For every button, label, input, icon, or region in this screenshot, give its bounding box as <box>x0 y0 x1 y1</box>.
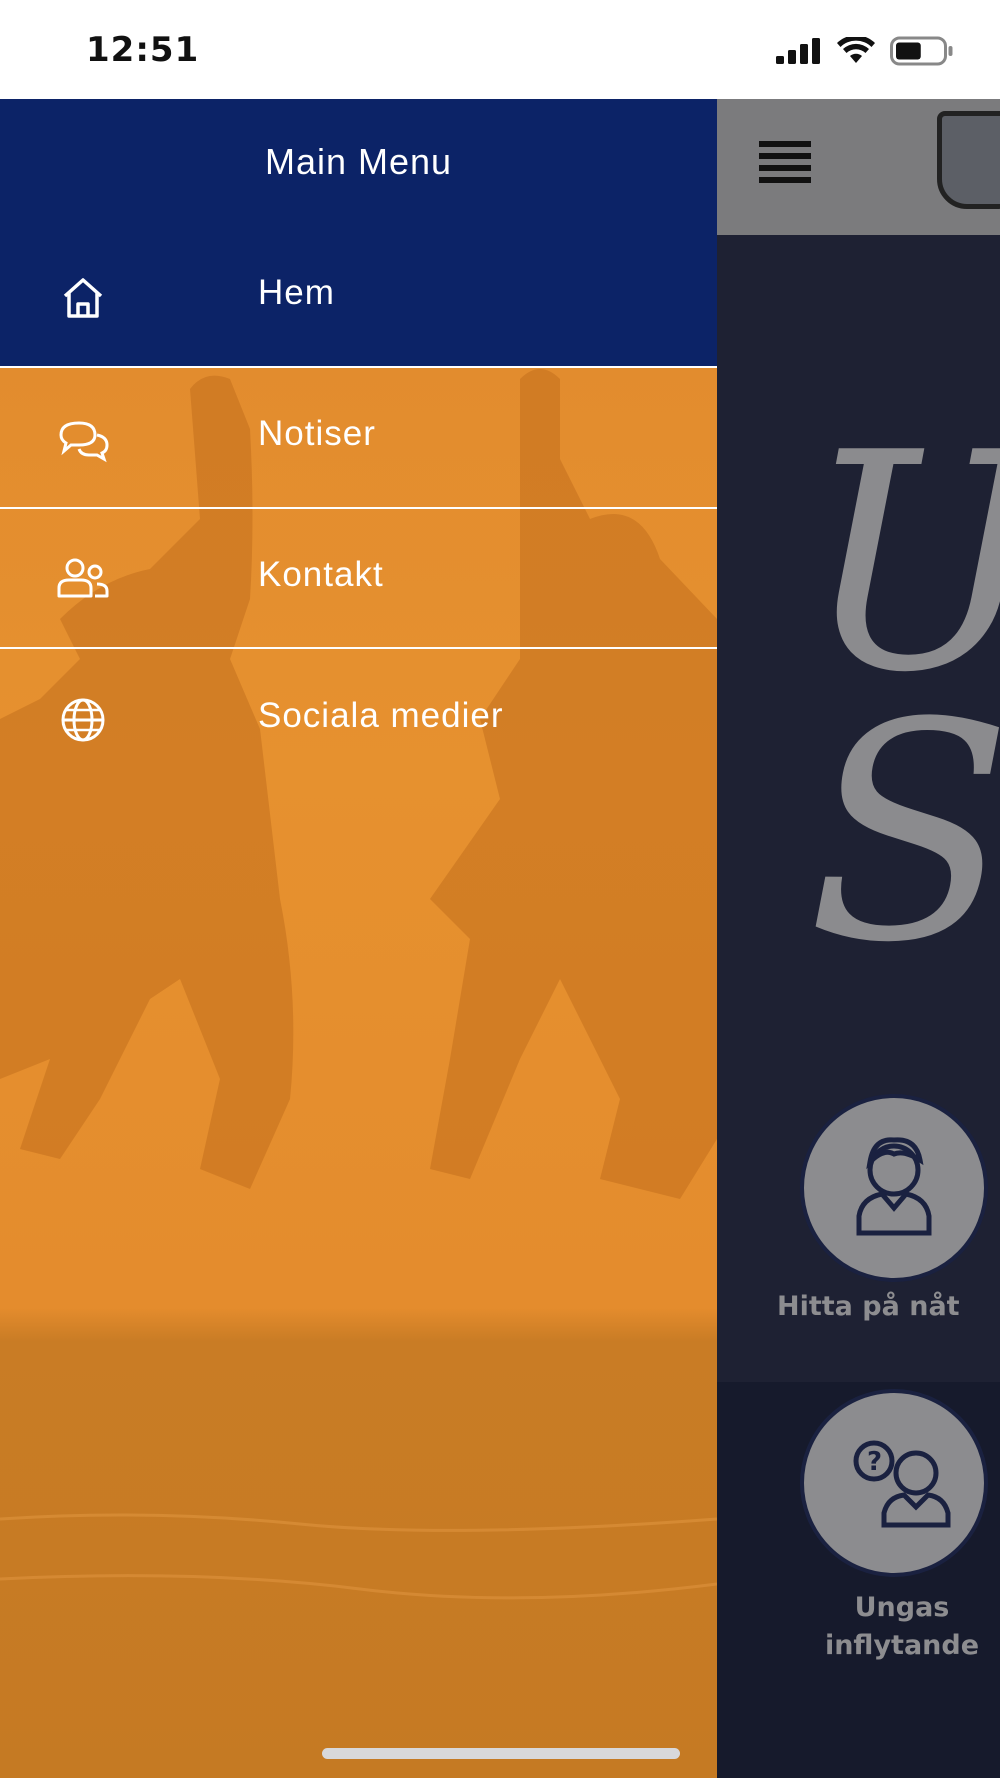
people-icon <box>57 558 109 598</box>
ungas-card-label: Ungas inflytande <box>824 1592 980 1661</box>
menu-divider <box>0 647 717 649</box>
wifi-icon <box>837 37 875 63</box>
svg-text:?: ? <box>867 1447 882 1477</box>
status-icons <box>776 36 954 66</box>
status-bar: 12:51 <box>0 0 1000 99</box>
drawer-title: Main Menu <box>264 141 453 182</box>
hamburger-menu-icon[interactable] <box>759 141 811 183</box>
menu-item-sociala-medier[interactable]: Sociala medier <box>0 650 717 790</box>
menu-item-notiser-label: Notiser <box>258 414 376 453</box>
background-app-screen[interactable]: ՍS Hitta på nåt ? Ungas inflytande <box>717 99 1000 1778</box>
status-time: 12:51 <box>86 30 200 70</box>
person-question-icon: ? <box>853 1440 951 1528</box>
menu-item-sociala-medier-label: Sociala medier <box>258 696 504 735</box>
navigation-drawer: Main Menu Hem Notiser Kontakt Sociala me… <box>0 99 717 1778</box>
hero-script-graphic: ՍS <box>807 414 1000 1008</box>
hitta-card-button[interactable] <box>800 1094 988 1282</box>
menu-item-kontakt-label: Kontakt <box>258 555 384 594</box>
ungas-card-button[interactable]: ? <box>800 1389 988 1577</box>
cellular-signal-icon <box>776 38 820 64</box>
person-icon <box>856 1137 932 1236</box>
menu-item-notiser[interactable]: Notiser <box>0 368 717 508</box>
chat-bubbles-icon <box>59 421 109 463</box>
app-logo-icon <box>937 111 1000 209</box>
battery-icon <box>890 36 953 66</box>
menu-item-kontakt[interactable]: Kontakt <box>0 509 717 649</box>
menu-item-hem-label: Hem <box>258 273 335 312</box>
globe-icon <box>61 698 105 742</box>
home-icon <box>63 278 103 318</box>
background-app-header <box>717 99 1000 235</box>
menu-item-hem[interactable]: Hem <box>0 227 717 367</box>
hitta-card-label: Hitta på nåt <box>777 1291 960 1322</box>
home-indicator[interactable] <box>322 1748 680 1759</box>
